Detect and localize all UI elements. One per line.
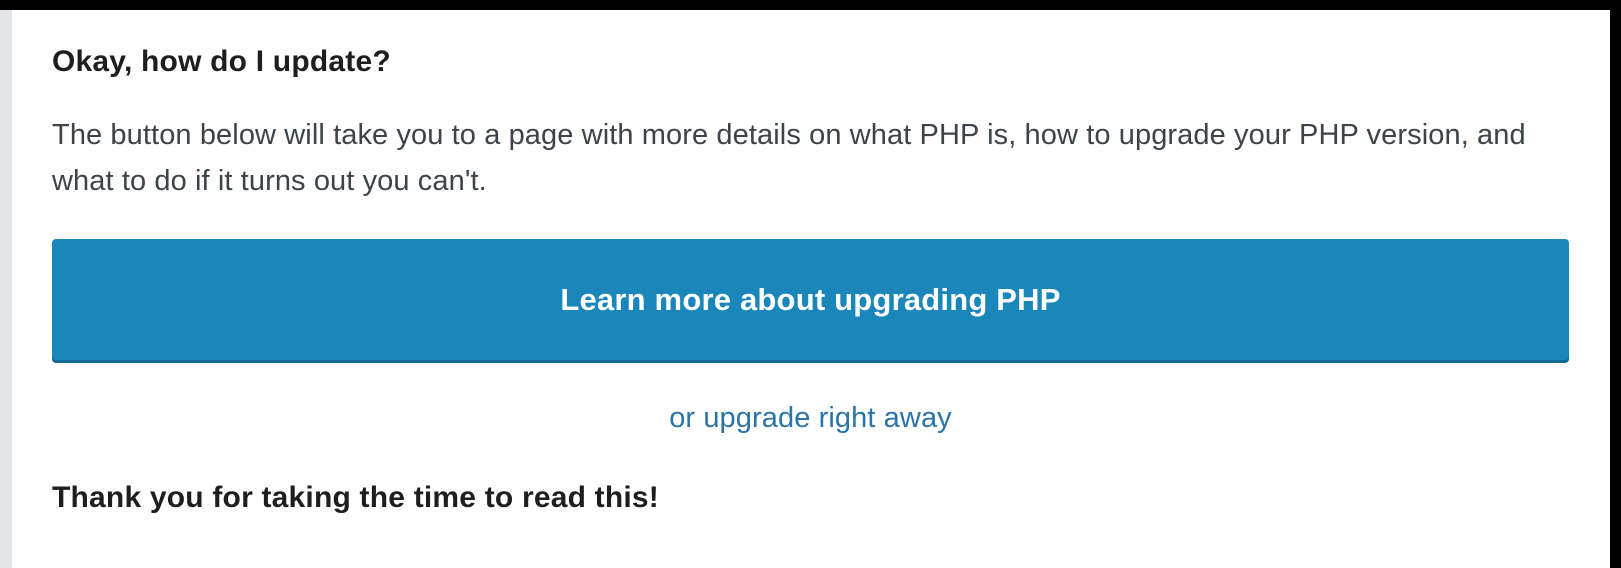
php-update-notice-panel: Okay, how do I update? The button below … [0, 10, 1610, 568]
notice-description: The button below will take you to a page… [52, 119, 1526, 197]
notice-heading: Okay, how do I update? [52, 45, 391, 78]
thank-you-text: Thank you for taking the time to read th… [52, 481, 659, 514]
learn-more-php-button[interactable]: Learn more about upgrading PHP [52, 239, 1569, 360]
upgrade-right-away-link[interactable]: or upgrade right away [52, 398, 1569, 438]
